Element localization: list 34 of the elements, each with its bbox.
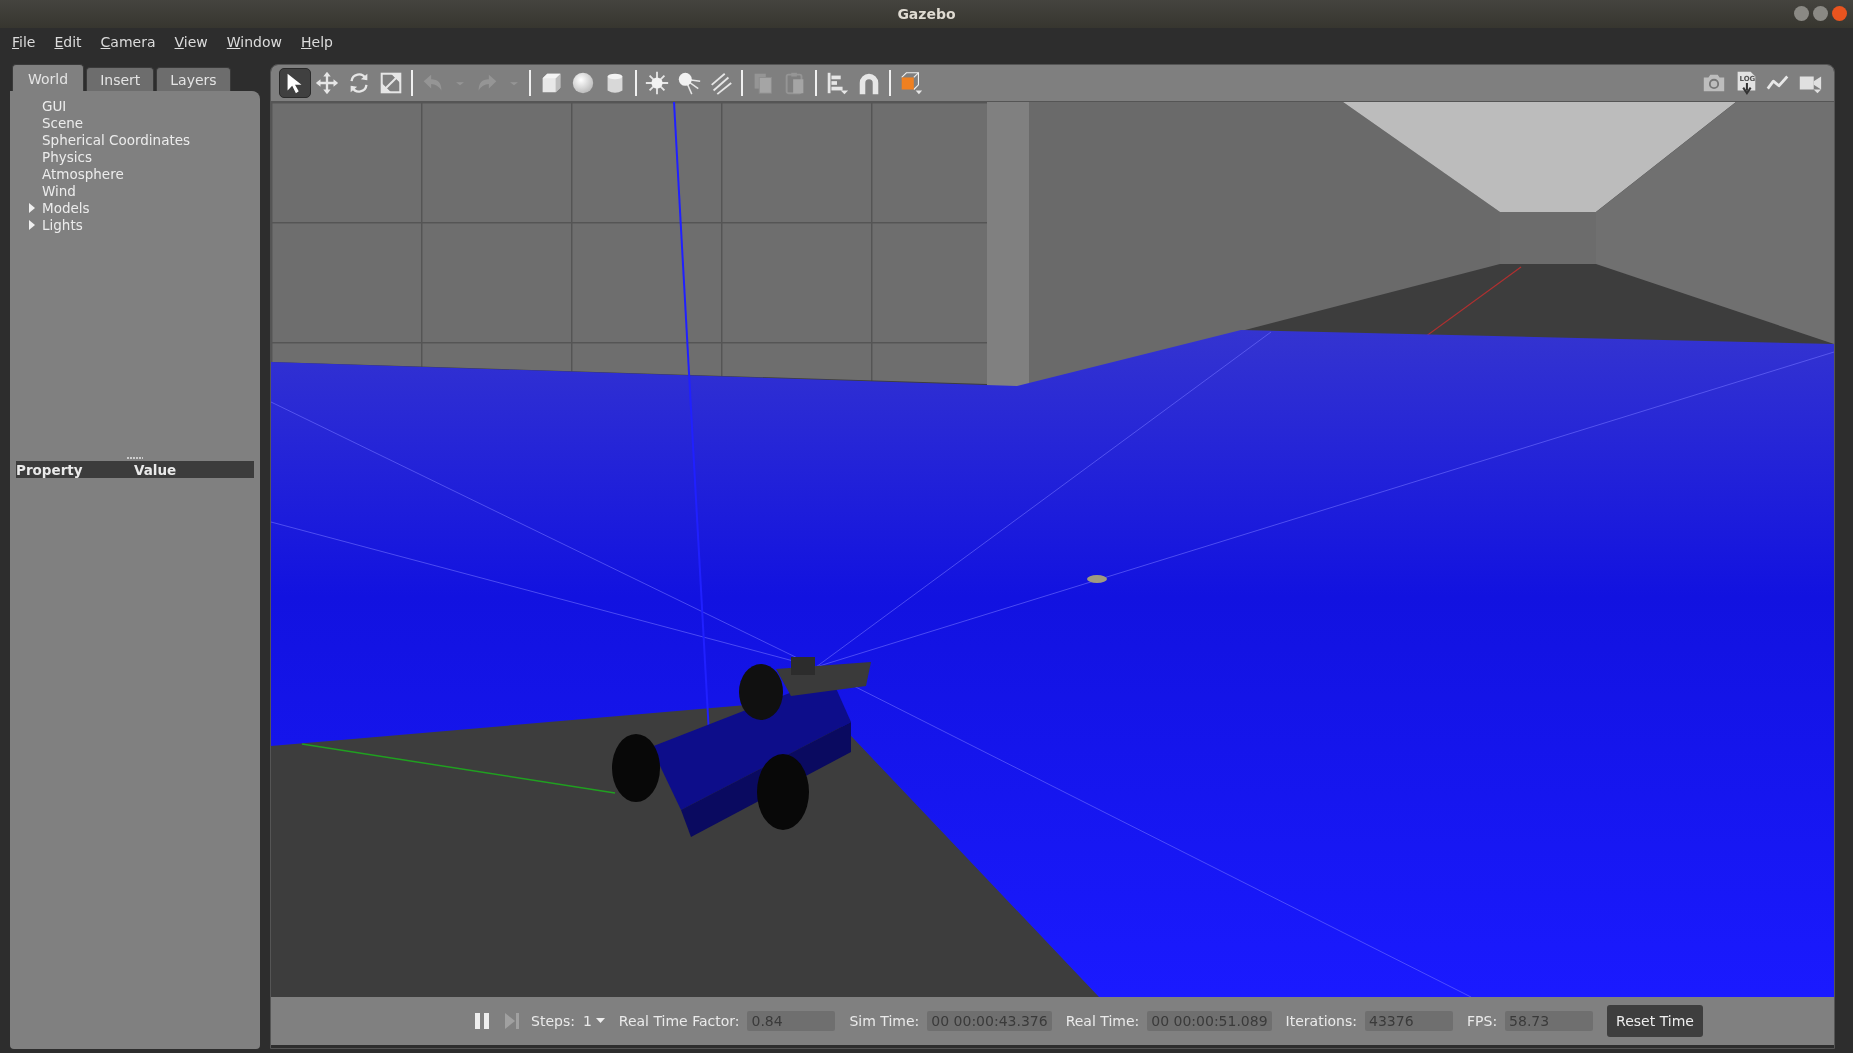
menu-item[interactable]: Camera — [100, 34, 165, 50]
steps-spinbox[interactable]: 1 — [582, 1013, 611, 1029]
column-header: Value — [134, 461, 178, 478]
field-label: Iterations: — [1285, 1013, 1357, 1029]
menu-item[interactable]: Window — [226, 34, 291, 50]
menu-item[interactable]: Help — [301, 34, 342, 50]
maximize-button[interactable] — [1813, 6, 1828, 21]
tree-item[interactable]: Spherical Coordinates — [42, 131, 191, 148]
tree-item[interactable]: Wind — [42, 182, 76, 199]
tree-item[interactable]: Scene — [42, 114, 84, 131]
tab[interactable]: World — [12, 64, 85, 91]
tab[interactable]: Layers — [156, 67, 231, 91]
field-label: Real Time: — [1065, 1013, 1140, 1029]
menu-item[interactable]: File — [12, 34, 45, 50]
window-title: Gazebo — [897, 6, 956, 22]
splitter-handle[interactable] — [127, 457, 143, 459]
tab[interactable]: Insert — [86, 67, 155, 91]
column-header: Property — [16, 461, 84, 478]
field-label: Real Time Factor: — [618, 1013, 740, 1029]
minimize-button[interactable] — [1794, 6, 1809, 21]
tree-item[interactable]: GUI — [42, 97, 67, 114]
tree-item[interactable]: Atmosphere — [42, 165, 124, 182]
close-button[interactable] — [1832, 6, 1847, 21]
tree-item[interactable]: Physics — [42, 148, 92, 165]
reset-time-button[interactable]: Reset Time — [1607, 1005, 1703, 1037]
small-object — [1087, 575, 1107, 583]
tree-item[interactable]: Lights — [42, 216, 83, 233]
steps-label: Steps: — [531, 1013, 575, 1029]
field-label: Sim Time: — [849, 1013, 920, 1029]
caret-icon[interactable] — [595, 1018, 605, 1024]
menu-item[interactable]: View — [174, 34, 217, 50]
field-label: FPS: — [1467, 1013, 1498, 1029]
tree-item[interactable]: Models — [42, 199, 90, 216]
menu-item[interactable]: Edit — [54, 34, 91, 50]
